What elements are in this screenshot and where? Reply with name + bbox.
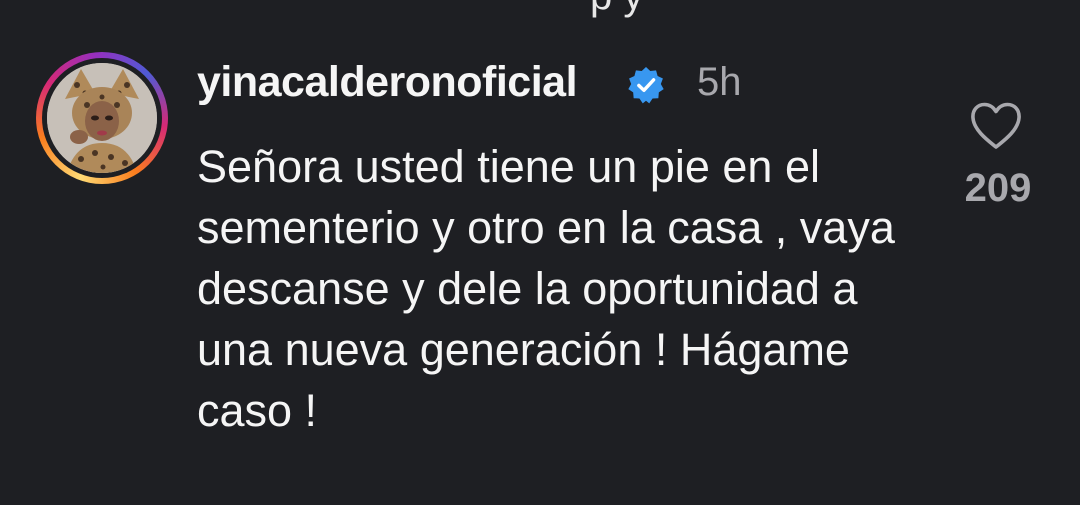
avatar [47, 63, 157, 173]
story-ring-avatar[interactable] [36, 52, 168, 184]
heart-outline-icon[interactable] [968, 100, 1024, 152]
truncated-previous-text: p y [590, 0, 643, 19]
avatar-photo-illustration [47, 63, 157, 173]
comment-username[interactable]: yinacalderonoficial [197, 58, 578, 107]
comment-text: Señora usted tiene un pie en el sementer… [197, 141, 895, 436]
comment-screen: p y [0, 0, 1080, 505]
verified-badge-icon [628, 66, 664, 104]
comment-timestamp: 5h [697, 60, 742, 104]
like-count: 209 [964, 166, 1032, 210]
